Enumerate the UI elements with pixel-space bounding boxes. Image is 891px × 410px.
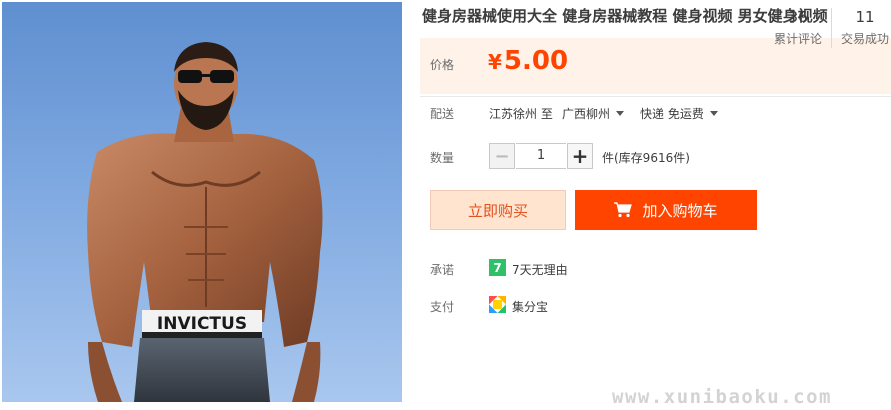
comments-count: 36	[788, 8, 808, 26]
divider	[420, 96, 891, 97]
quantity-label: 数量	[430, 151, 455, 165]
price-label: 价格	[430, 58, 455, 72]
chevron-down-icon	[709, 111, 718, 116]
comments-label: 累计评论	[773, 32, 822, 46]
quantity-input[interactable]: 1	[516, 143, 566, 169]
deals-stat: 11 交易成功	[836, 8, 891, 47]
ship-to-text: 广西柳州	[562, 107, 611, 121]
deals-label: 交易成功	[840, 32, 889, 46]
promise-text[interactable]: 7天无理由	[512, 261, 568, 278]
buy-now-button[interactable]: 立即购买	[430, 190, 566, 230]
payment-text: 集分宝	[512, 300, 549, 314]
comments-stat[interactable]: 36 累计评论	[769, 8, 827, 47]
shipping-fee-text: 快递 免运费	[640, 107, 704, 121]
waistband-text: INVICTUS	[157, 314, 247, 334]
ship-to-dropdown[interactable]: 广西柳州	[562, 105, 625, 122]
currency-symbol: ¥	[488, 50, 502, 74]
stat-divider	[831, 8, 832, 48]
jifenbao-icon	[489, 296, 506, 313]
shipping-label: 配送	[430, 107, 455, 121]
increment-button[interactable]: +	[567, 143, 593, 169]
decrement-button[interactable]: −	[489, 143, 515, 169]
watermark: www.xunibaoku.com	[612, 386, 832, 408]
chevron-down-icon	[616, 111, 625, 116]
promise-label: 承诺	[430, 263, 455, 277]
cart-icon	[614, 202, 633, 218]
quantity-stepper: − 1 +	[489, 143, 593, 169]
deals-count: 11	[855, 8, 875, 26]
seven-day-return-icon: 7	[489, 259, 506, 276]
fitness-model-illustration: INVICTUS	[87, 42, 323, 402]
shipping-fee-dropdown[interactable]: 快递 免运费	[640, 105, 718, 122]
stock-text: 件(库存9616件)	[602, 151, 690, 165]
payment-label: 支付	[430, 300, 455, 314]
price-amount: 5.00	[503, 46, 569, 76]
price-value: ¥5.00	[488, 46, 568, 76]
product-image[interactable]: INVICTUS	[2, 2, 402, 402]
add-to-cart-label: 加入购物车	[642, 201, 718, 220]
ship-from: 江苏徐州 至	[489, 107, 553, 121]
add-to-cart-button[interactable]: 加入购物车	[575, 190, 757, 230]
